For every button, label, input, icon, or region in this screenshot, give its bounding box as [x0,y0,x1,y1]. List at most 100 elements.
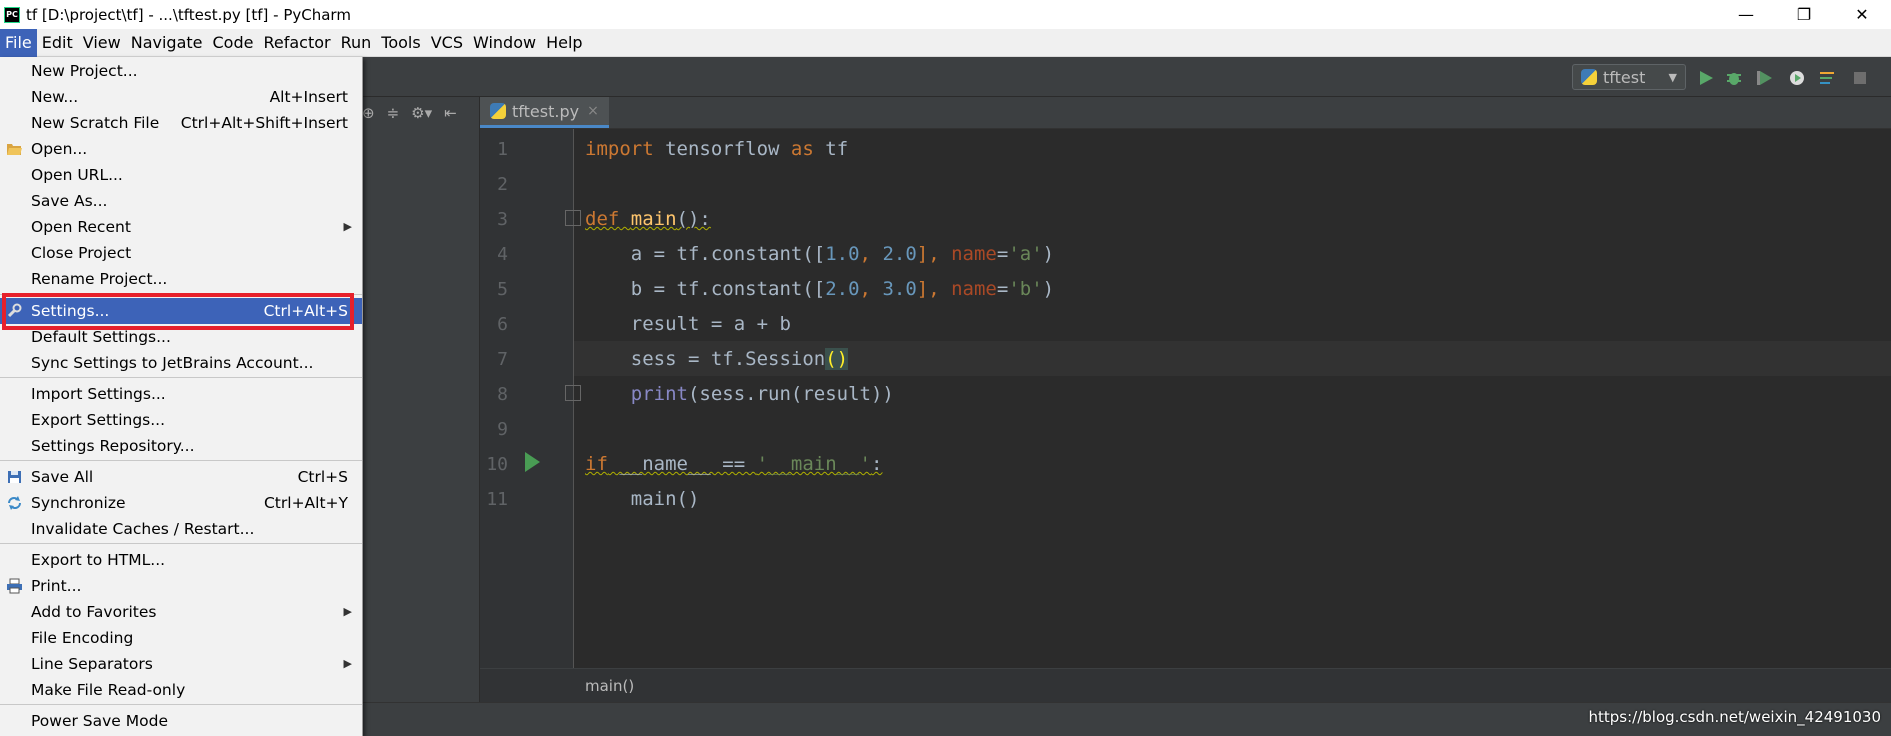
debug-icon[interactable] [1725,69,1743,87]
wrench-icon [7,303,22,318]
menu-refactor[interactable]: Refactor [258,29,335,57]
breadcrumb-item[interactable]: main() [585,677,634,695]
menu-item-settings-repository[interactable]: Settings Repository... [0,433,362,459]
line-number: 4 [497,244,508,265]
tab-tftest-py[interactable]: tftest.py × [480,97,609,128]
close-tab-icon[interactable]: × [587,103,599,119]
line-number: 2 [497,174,508,195]
line-number: 8 [497,384,508,405]
menu-item-close-project[interactable]: Close Project [0,240,362,266]
run-configuration-label: tftest [1603,67,1646,87]
tab-label: tftest.py [512,101,580,121]
minimize-button[interactable]: — [1717,0,1775,29]
fold-marker-icon[interactable] [565,210,581,226]
menu-item-power-save-mode[interactable]: Power Save Mode [0,708,362,734]
menu-item-open-url[interactable]: Open URL... [0,162,362,188]
concurrency-icon[interactable] [1819,69,1837,87]
menu-item-rename-project[interactable]: Rename Project... [0,266,362,292]
save-icon [8,471,21,483]
code-line-5: b = tf.constant([2.0, 3.0], name='b') [585,278,1055,300]
code-line-4: a = tf.constant([1.0, 2.0], name='a') [585,243,1055,265]
submenu-arrow-icon: ▶ [343,605,352,618]
menu-item-new-project[interactable]: New Project... [0,58,362,84]
title-bar: PC tf [D:\project\tf] - ...\tftest.py [t… [0,0,1891,29]
menu-tools[interactable]: Tools [376,29,425,57]
menu-item-export-settings[interactable]: Export Settings... [0,407,362,433]
run-configuration-select[interactable]: tftest ▼ [1572,64,1686,90]
collapse-all-icon[interactable]: ⊕ [362,104,375,122]
code-line-7: sess = tf.Session() [585,348,849,370]
menu-separator [0,294,362,295]
menu-item-open[interactable]: Open... [0,136,362,162]
menu-item-import-settings[interactable]: Import Settings... [0,381,362,407]
code-line-11: main() [585,488,700,510]
code-line-1: import tensorflow as tf [585,138,849,160]
chevron-down-icon: ▼ [1668,70,1677,84]
menu-item-save-as[interactable]: Save As... [0,188,362,214]
menu-item-add-to-favorites[interactable]: Add to Favorites ▶ [0,599,362,625]
editor-breadcrumb: main() [480,668,1891,702]
printer-icon [7,578,22,594]
restore-button[interactable]: ❐ [1775,0,1833,29]
menu-item-make-read-only[interactable]: Make File Read-only [0,677,362,703]
line-number: 5 [497,279,508,300]
menu-item-invalidate-caches[interactable]: Invalidate Caches / Restart... [0,516,362,542]
watermark-text: https://blog.csdn.net/weixin_42491030 [1588,708,1881,726]
line-number: 11 [486,489,508,510]
line-number: 6 [497,314,508,335]
editor-tab-bar: tftest.py × [480,97,1891,129]
run-gutter-icon[interactable] [525,452,540,472]
menu-separator [0,543,362,544]
pycharm-app-icon: PC [4,6,20,23]
menu-item-synchronize[interactable]: Synchronize Ctrl+Alt+Y [0,490,362,516]
menu-window[interactable]: Window [468,29,541,57]
profile-icon[interactable] [1788,69,1806,87]
submenu-arrow-icon: ▶ [343,657,352,670]
code-line-8: print(sess.run(result)) [630,383,894,405]
gear-icon[interactable]: ⚙▾ [411,104,432,122]
line-number: 3 [497,209,508,230]
hide-panel-icon[interactable]: ⇤ [444,104,457,122]
expand-icon[interactable]: ≑ [387,104,400,122]
menu-item-default-settings[interactable]: Default Settings... [0,324,362,350]
menu-view[interactable]: View [78,29,126,57]
menu-separator [0,460,362,461]
menu-item-open-recent[interactable]: Open Recent ▶ [0,214,362,240]
window-title: tf [D:\project\tf] - ...\tftest.py [tf] … [26,5,351,24]
menu-item-sync-settings[interactable]: Sync Settings to JetBrains Account... [0,350,362,376]
menu-item-line-separators[interactable]: Line Separators ▶ [0,651,362,677]
menu-item-print[interactable]: Print... [0,573,362,599]
menu-item-save-all[interactable]: Save All Ctrl+S [0,464,362,490]
line-number: 7 [497,349,508,370]
code-line-6: result = a + b [585,313,791,335]
menu-item-export-to-html[interactable]: Export to HTML... [0,547,362,573]
project-panel [362,97,480,702]
menu-run[interactable]: Run [336,29,377,57]
menu-vcs[interactable]: VCS [426,29,468,57]
menu-file[interactable]: File [0,28,37,57]
project-panel-tools: ⊕ ≑ ⚙▾ ⇤ [362,100,469,126]
menu-item-file-encoding[interactable]: File Encoding [0,625,362,651]
line-number: 9 [497,419,508,440]
menu-separator [0,377,362,378]
menu-separator [0,704,362,705]
menu-item-settings[interactable]: Settings... Ctrl+Alt+S [0,298,362,324]
close-button[interactable]: ✕ [1833,0,1891,29]
submenu-arrow-icon: ▶ [343,220,352,233]
fold-marker-icon[interactable] [565,385,581,401]
menu-edit[interactable]: Edit [37,29,78,57]
menu-navigate[interactable]: Navigate [126,29,208,57]
stop-icon[interactable] [1851,69,1869,87]
sync-icon [8,496,21,510]
menu-item-new[interactable]: New... Alt+Insert [0,84,362,110]
folder-open-icon [7,144,22,155]
file-menu-dropdown: New Project... New... Alt+Insert New Scra… [0,57,363,736]
menu-bar: File Edit View Navigate Code Refactor Ru… [0,28,1891,57]
menu-help[interactable]: Help [541,29,587,57]
menu-code[interactable]: Code [208,29,259,57]
run-icon[interactable] [1697,69,1715,87]
line-number: 1 [497,139,508,160]
menu-item-new-scratch-file[interactable]: New Scratch File Ctrl+Alt+Shift+Insert [0,110,362,136]
code-line-10: if __name__ == '__main__': [585,453,883,475]
coverage-icon[interactable] [1756,69,1774,87]
